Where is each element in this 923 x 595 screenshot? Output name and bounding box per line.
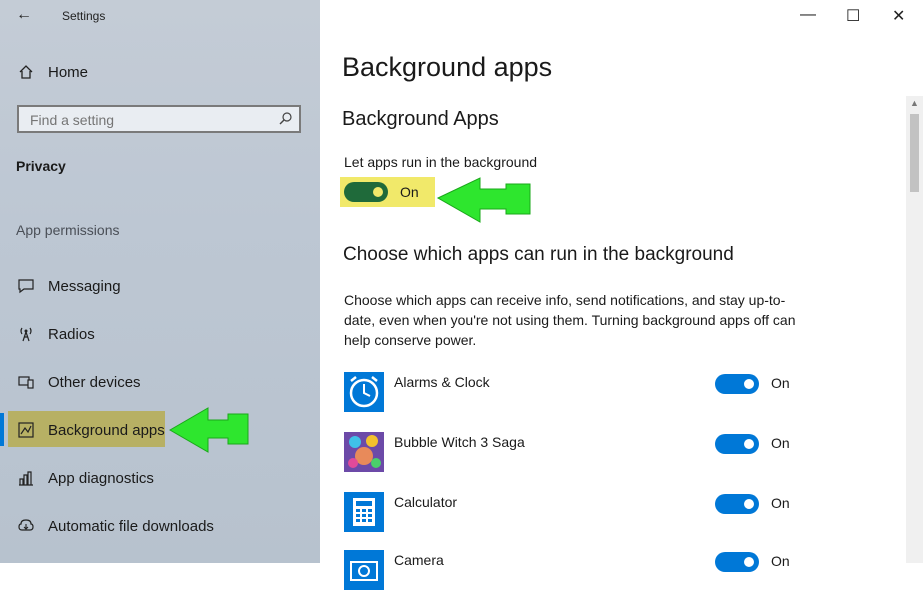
devices-icon: [16, 374, 36, 390]
sidebar: ← Settings Home Privacy App permissions …: [0, 0, 320, 563]
background-apps-icon: [16, 422, 36, 438]
app-toggle-state: On: [771, 435, 790, 451]
search-input[interactable]: [28, 111, 272, 129]
alarm-clock-icon: [344, 372, 384, 412]
title-bar: ← Settings: [0, 0, 320, 32]
background-apps-toggle[interactable]: [344, 182, 388, 202]
app-toggle-state: On: [771, 553, 790, 569]
bubble-witch-icon: [344, 432, 384, 472]
sidebar-item-radios[interactable]: Radios: [0, 314, 320, 354]
calculator-icon: [344, 492, 384, 532]
sidebar-item-label: Background apps: [48, 421, 165, 439]
category-heading: Privacy: [16, 158, 66, 174]
page-title: Background apps: [342, 52, 553, 82]
app-name: Alarms & Clock: [394, 374, 490, 390]
sidebar-item-other-devices[interactable]: Other devices: [0, 362, 320, 402]
app-name: Camera: [394, 552, 444, 568]
sidebar-item-label: App diagnostics: [48, 469, 154, 487]
sidebar-item-label: Radios: [48, 325, 95, 343]
search-icon[interactable]: [279, 111, 293, 130]
download-icon: [16, 518, 36, 534]
window-title: Settings: [62, 9, 106, 23]
sidebar-item-messaging[interactable]: Messaging: [0, 266, 320, 306]
scrollbar[interactable]: ▲: [906, 96, 923, 563]
sidebar-item-label: Other devices: [48, 373, 141, 391]
app-name: Bubble Witch 3 Saga: [394, 434, 525, 450]
app-toggle[interactable]: [715, 434, 759, 454]
app-toggle[interactable]: [715, 374, 759, 394]
description-text: Choose which apps can receive info, send…: [344, 292, 796, 348]
camera-icon: [344, 550, 384, 590]
sidebar-item-label: Automatic file downloads: [48, 517, 214, 535]
scroll-up-icon[interactable]: ▲: [910, 98, 919, 108]
sidebar-item-background-apps[interactable]: Background apps: [0, 410, 320, 450]
search-box[interactable]: [17, 105, 301, 133]
section-heading: Background Apps: [342, 108, 499, 130]
toggle-knob: [744, 557, 754, 567]
app-toggle[interactable]: [715, 552, 759, 572]
green-arrow-icon: [436, 177, 531, 223]
minimize-button[interactable]: —: [800, 6, 816, 24]
maximize-button[interactable]: ☐: [846, 6, 860, 26]
sidebar-item-app-diagnostics[interactable]: App diagnostics: [0, 458, 320, 498]
app-toggle-state: On: [771, 495, 790, 511]
home-label: Home: [48, 63, 89, 81]
app-name: Calculator: [394, 494, 458, 510]
scrollbar-thumb[interactable]: [910, 114, 919, 192]
toggle-knob: [744, 439, 754, 449]
green-arrow-icon: [169, 407, 249, 453]
app-row-bubble-witch: Bubble Witch 3 Saga On: [344, 432, 814, 472]
app-row-alarms-clock: Alarms & Clock On: [344, 372, 814, 412]
section-label: App permissions: [16, 222, 120, 238]
master-toggle-label: Let apps run in the background: [344, 154, 538, 170]
sidebar-item-label: Messaging: [48, 277, 121, 295]
close-button[interactable]: ✕: [892, 6, 905, 26]
toggle-knob: [744, 499, 754, 509]
back-arrow-icon[interactable]: ←: [16, 6, 32, 24]
diagnostics-icon: [16, 470, 36, 486]
home-nav-item[interactable]: Home: [0, 52, 320, 92]
sidebar-item-automatic-file-downloads[interactable]: Automatic file downloads: [0, 506, 320, 546]
app-row-calculator: Calculator On: [344, 492, 814, 532]
toggle-knob: [373, 187, 383, 197]
message-icon: [16, 278, 36, 294]
home-icon: [16, 64, 36, 80]
choose-apps-heading: Choose which apps can run in the backgro…: [343, 244, 734, 265]
app-toggle-state: On: [771, 375, 790, 391]
master-toggle-state: On: [400, 184, 419, 200]
radio-tower-icon: [16, 326, 36, 342]
toggle-knob: [744, 379, 754, 389]
main-panel: — ☐ ✕ Background apps Background Apps Le…: [320, 0, 923, 590]
app-row-camera: Camera On: [344, 550, 814, 590]
app-toggle[interactable]: [715, 494, 759, 514]
